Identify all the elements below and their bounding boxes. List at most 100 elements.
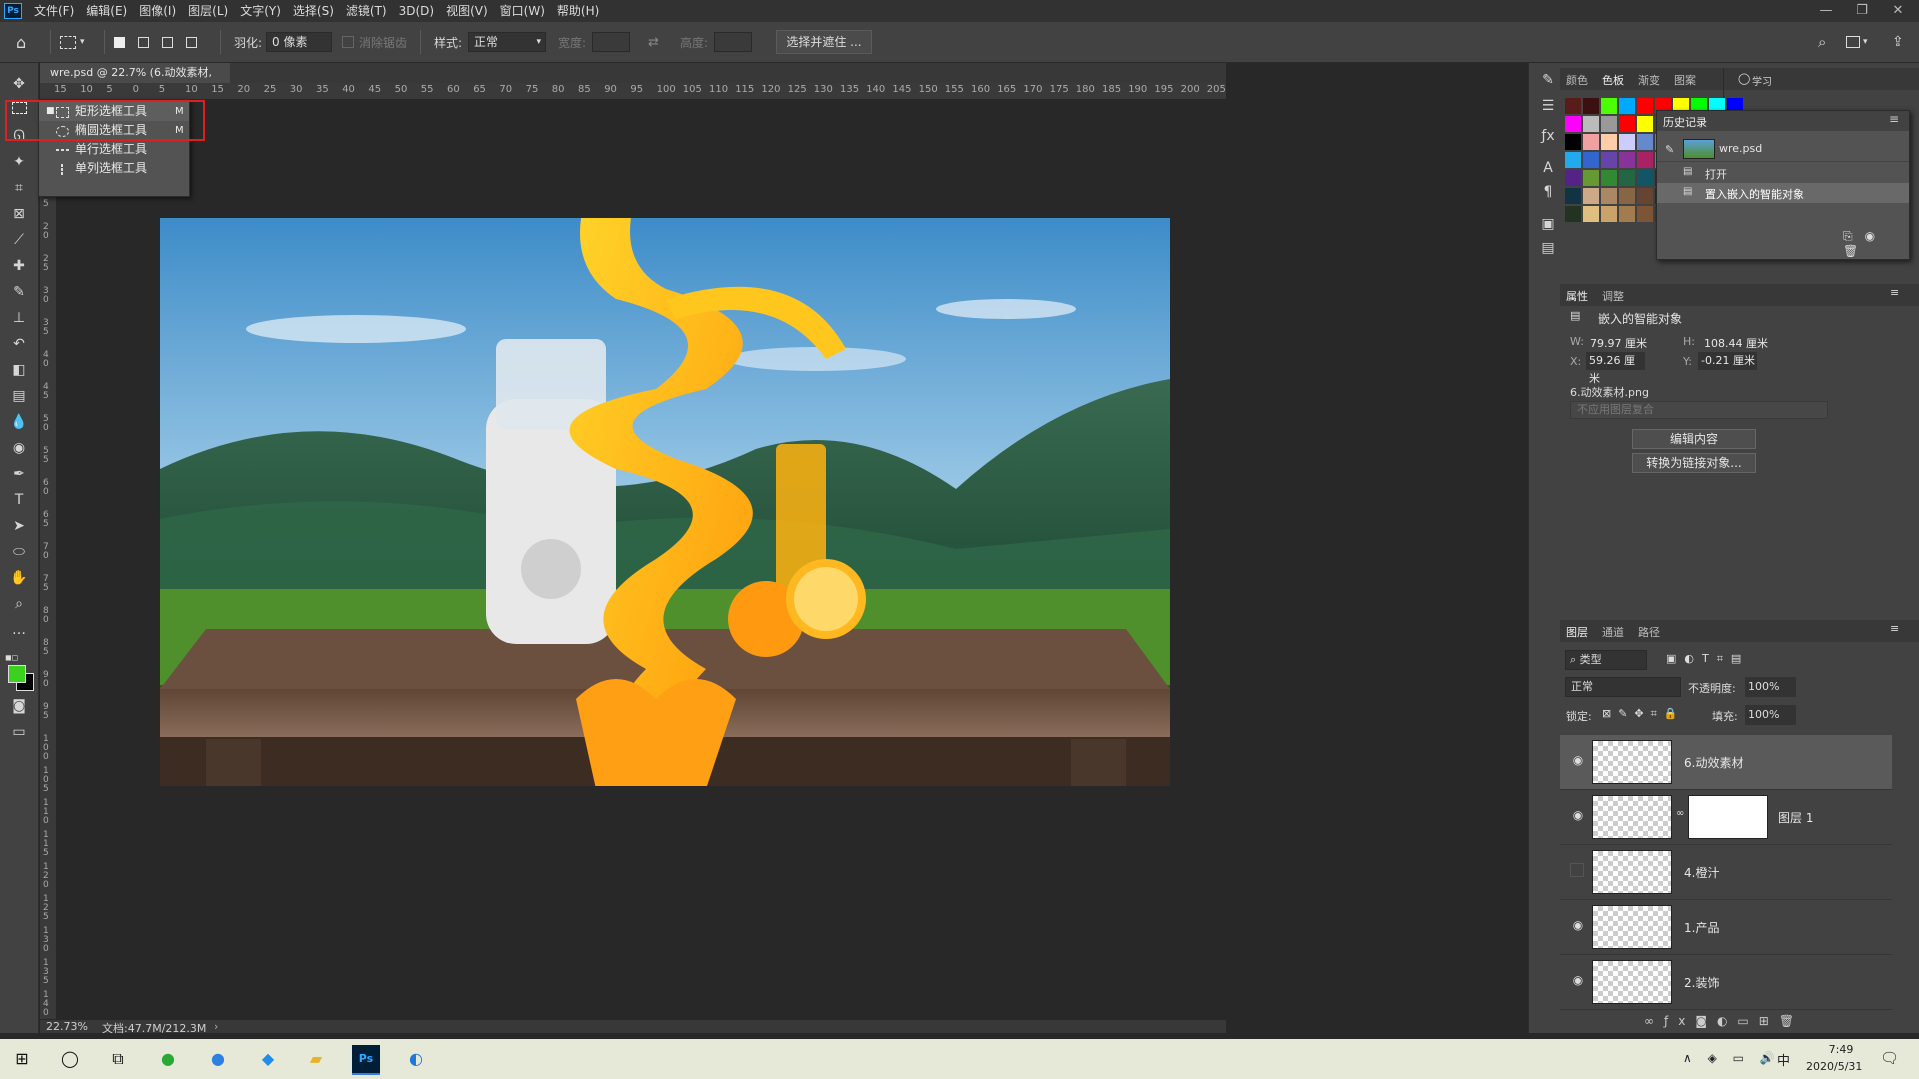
subtract-selection-icon[interactable]	[162, 22, 173, 62]
canvas-area[interactable]	[56, 99, 1226, 1019]
swatch[interactable]	[1601, 188, 1617, 204]
visibility-eye-icon[interactable]: ◉	[1570, 918, 1586, 934]
clock-time[interactable]: 7:49	[1816, 1043, 1866, 1056]
swatch[interactable]	[1583, 116, 1599, 132]
more-tools-icon[interactable]: …	[6, 619, 32, 641]
x-value[interactable]: 59.26 厘米	[1586, 352, 1645, 385]
menu-item[interactable]: 图像(I)	[133, 0, 182, 22]
adjustments-icon[interactable]: ☰	[1535, 95, 1561, 117]
swatch[interactable]	[1565, 206, 1581, 222]
history-item-selected[interactable]: ▤ 置入嵌入的智能对象	[1657, 183, 1909, 203]
clone-stamp-tool-icon[interactable]: ⊥	[6, 307, 32, 329]
swatch[interactable]	[1583, 170, 1599, 186]
marquee-preset-icon[interactable]: ▾	[60, 22, 85, 62]
dodge-tool-icon[interactable]: ◉	[6, 437, 32, 459]
tab-swatches[interactable]: 色板	[1602, 72, 1624, 88]
styles-icon[interactable]: ƒx	[1535, 125, 1561, 147]
swatch[interactable]	[1637, 152, 1653, 168]
swatch[interactable]	[1601, 116, 1617, 132]
tab-channels[interactable]: 通道	[1602, 624, 1624, 640]
swatch[interactable]	[1637, 98, 1653, 114]
home-icon[interactable]: ⌂	[16, 22, 26, 62]
menu-item[interactable]: 滤镜(T)	[340, 0, 393, 22]
layer-row[interactable]: 4.橙汁	[1560, 845, 1892, 900]
tab-patterns[interactable]: 图案	[1674, 72, 1696, 88]
menu-item[interactable]: 选择(S)	[287, 0, 340, 22]
layer-name[interactable]: 6.动效素材	[1684, 754, 1743, 771]
magic-wand-tool-icon[interactable]: ✦	[6, 151, 32, 173]
swatch[interactable]	[1583, 188, 1599, 204]
properties-menu-icon[interactable]: ≡	[1890, 286, 1899, 299]
swatch[interactable]	[1619, 116, 1635, 132]
swatch[interactable]	[1601, 170, 1617, 186]
foreground-color-swatch[interactable]	[8, 665, 26, 683]
swatch[interactable]	[1565, 116, 1581, 132]
restore-button[interactable]: ❐	[1846, 0, 1878, 22]
eyedropper-tool-icon[interactable]: ⟋	[6, 229, 32, 251]
layer-comp-select[interactable]: 不应用图层复合	[1570, 401, 1828, 419]
blur-tool-icon[interactable]: 💧	[6, 411, 32, 433]
convert-to-linked-button[interactable]: 转换为链接对象...	[1632, 453, 1756, 473]
learn-label[interactable]: 学习	[1752, 73, 1772, 88]
status-menu-icon[interactable]: ›	[214, 1020, 218, 1033]
eraser-tool-icon[interactable]: ◧	[6, 359, 32, 381]
workspace-icon[interactable]: ▾	[1846, 22, 1868, 62]
history-brush-tool-icon[interactable]: ↶	[6, 333, 32, 355]
visibility-eye-icon[interactable]	[1570, 863, 1584, 877]
layer-row[interactable]: ◉ 6.动效素材	[1560, 735, 1892, 790]
search-icon[interactable]: ⌕	[1818, 22, 1826, 62]
swatch[interactable]	[1583, 152, 1599, 168]
frame-tool-icon[interactable]: ⊠	[6, 203, 32, 225]
wechat-icon[interactable]: ●	[154, 1045, 182, 1073]
menu-item[interactable]: 帮助(H)	[551, 0, 605, 22]
tab-properties[interactable]: 属性	[1566, 288, 1588, 304]
browser-icon[interactable]: ●	[204, 1045, 232, 1073]
explorer-icon[interactable]: ▰	[302, 1045, 330, 1073]
flyout-item[interactable]: 单列选框工具	[39, 159, 189, 178]
flyout-item[interactable]: 单行选框工具	[39, 140, 189, 159]
swatch[interactable]	[1601, 152, 1617, 168]
swatch[interactable]	[1637, 170, 1653, 186]
shape-tool-icon[interactable]: ⬭	[6, 541, 32, 563]
y-value[interactable]: -0.21 厘米	[1698, 352, 1757, 370]
document-canvas[interactable]	[56, 99, 1226, 1019]
swatch[interactable]	[1565, 170, 1581, 186]
layers-menu-icon[interactable]: ≡	[1890, 622, 1899, 635]
tab-layers[interactable]: 图层	[1566, 624, 1588, 640]
photoshop-logo-icon[interactable]: Ps	[4, 3, 22, 19]
history-brush-source-icon[interactable]: ✎	[1665, 143, 1674, 156]
lock-icons[interactable]: ⊠✎✥⌗🔒	[1602, 707, 1685, 721]
h-value[interactable]: 108.44 厘米	[1704, 335, 1768, 351]
visibility-eye-icon[interactable]: ◉	[1570, 973, 1586, 989]
swatch[interactable]	[1619, 206, 1635, 222]
default-colors-icon[interactable]: ◼◻	[5, 653, 18, 662]
visibility-eye-icon[interactable]: ◉	[1570, 753, 1586, 769]
swatch[interactable]	[1565, 98, 1581, 114]
swatch[interactable]	[1583, 206, 1599, 222]
character-icon[interactable]: A	[1535, 157, 1561, 179]
type-tool-icon[interactable]: T	[6, 489, 32, 511]
blend-mode-select[interactable]: 正常	[1565, 677, 1681, 697]
tab-paths[interactable]: 路径	[1638, 624, 1660, 640]
layer-name[interactable]: 4.橙汁	[1684, 864, 1719, 881]
ime-indicator[interactable]: 中	[1777, 1050, 1790, 1069]
mask-link-icon[interactable]: ∞	[1676, 808, 1684, 819]
style-select[interactable]: 正常 ▾	[468, 32, 546, 52]
windows-icon[interactable]: ⊞	[8, 1045, 36, 1073]
clock-date[interactable]: 2020/5/31	[1806, 1060, 1862, 1073]
cortana-icon[interactable]: ◯	[56, 1045, 84, 1073]
healing-brush-tool-icon[interactable]: ✚	[6, 255, 32, 277]
swatch[interactable]	[1637, 116, 1653, 132]
gradient-tool-icon[interactable]: ▤	[6, 385, 32, 407]
select-and-mask-button[interactable]: 选择并遮住 ...	[776, 30, 872, 54]
menu-item[interactable]: 文件(F)	[28, 0, 80, 22]
notification-icon[interactable]: 🗨	[1880, 1049, 1899, 1067]
menu-item[interactable]: 窗口(W)	[494, 0, 551, 22]
layer-filter-icons[interactable]: ▣◐T⌗▤	[1666, 652, 1749, 666]
share-icon[interactable]: ⇪	[1892, 22, 1904, 62]
photoshop-icon[interactable]: Ps	[352, 1045, 380, 1075]
height-input[interactable]	[714, 32, 752, 52]
history-footer-icons[interactable]: ⎘◉🗑	[1843, 229, 1909, 258]
swatch[interactable]	[1619, 134, 1635, 150]
swatch[interactable]	[1601, 134, 1617, 150]
